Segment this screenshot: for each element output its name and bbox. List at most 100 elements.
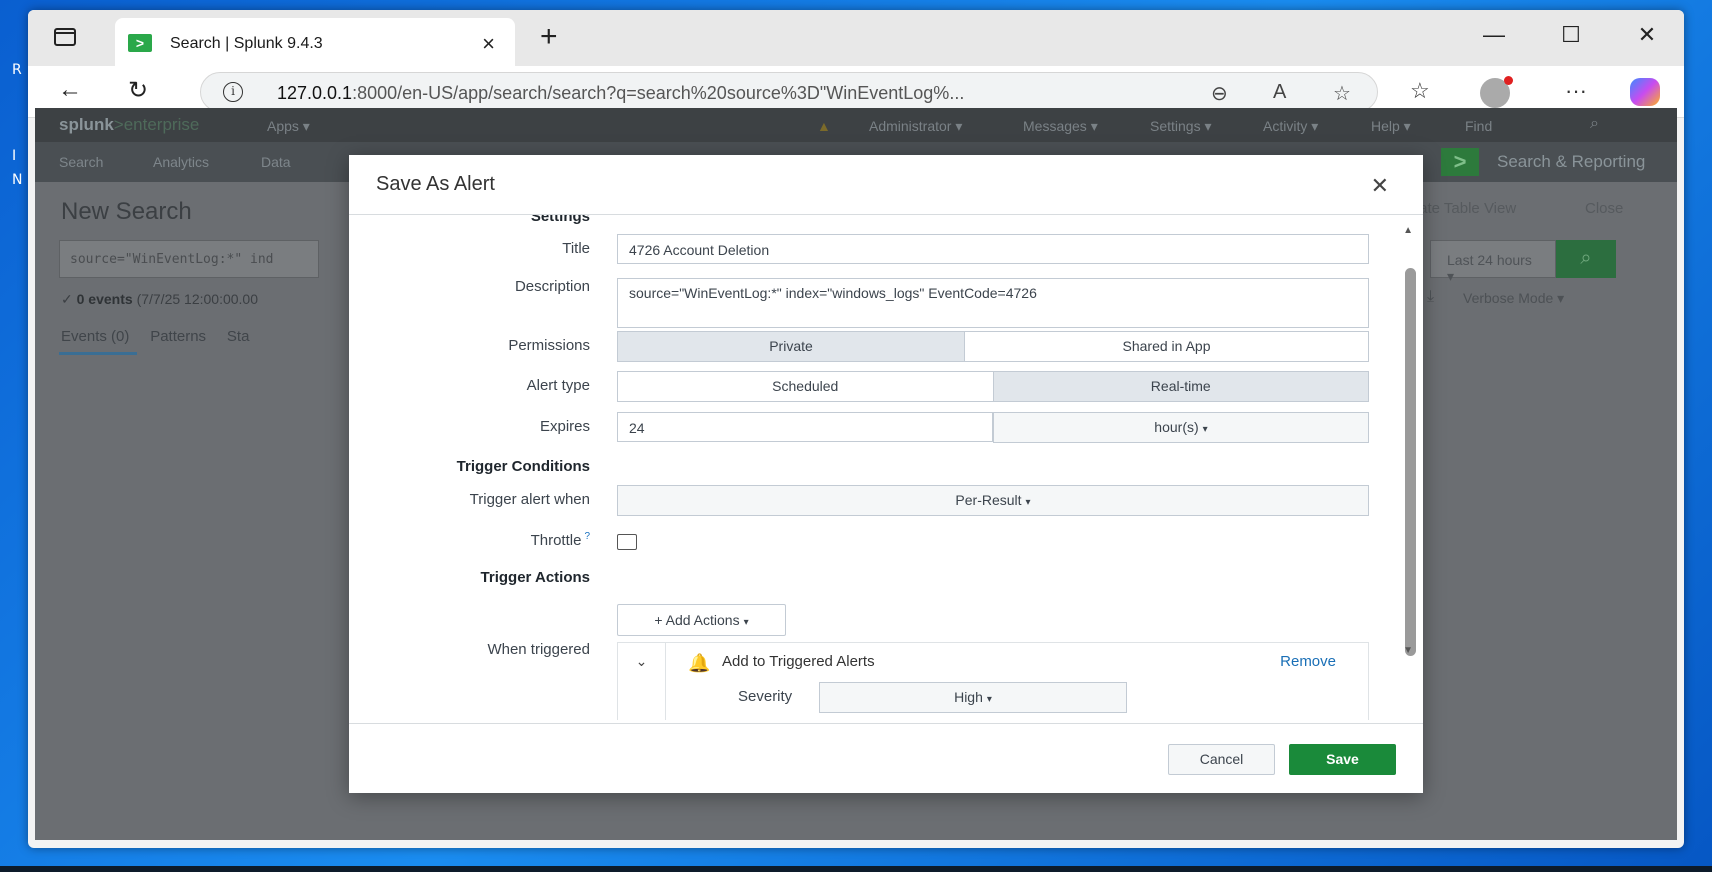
notification-dot <box>1504 76 1513 85</box>
messages-menu[interactable]: Messages ▾ <box>1023 118 1098 135</box>
browser-window: > Search | Splunk 9.4.3 × + — ☐ ✕ ← ↻ i … <box>28 10 1684 848</box>
permission-private-button[interactable]: Private <box>618 332 964 361</box>
help-menu[interactable]: Help ▾ <box>1371 118 1411 135</box>
taskbar <box>0 866 1712 872</box>
nav-search[interactable]: Search <box>59 154 103 170</box>
url-field[interactable]: i 127.0.0.1:8000/en-US/app/search/search… <box>200 72 1378 112</box>
close-window-icon[interactable]: ✕ <box>1632 22 1662 48</box>
chevron-down-icon: ▾ <box>743 617 749 628</box>
find-input[interactable]: Find <box>1465 118 1492 134</box>
read-aloud-icon[interactable]: A <box>1273 81 1286 104</box>
find-search-icon[interactable]: ⌕ <box>1590 115 1599 133</box>
throttle-label-text: Throttle <box>530 532 582 549</box>
logo-splunk: splunk <box>59 115 114 134</box>
dialog-body[interactable]: Settings Title 4726 Account Deletion Des… <box>349 215 1423 720</box>
search-input[interactable]: source="WinEventLog:*" ind <box>59 240 319 278</box>
collapse-chevron-icon[interactable]: ⌄ <box>618 643 666 720</box>
dialog-header: Save As Alert ✕ <box>349 155 1423 215</box>
scroll-down-icon[interactable]: ▼ <box>1403 645 1413 656</box>
administrator-menu[interactable]: Administrator ▾ <box>869 118 962 135</box>
add-actions-button[interactable]: + Add Actions ▾ <box>617 604 786 636</box>
refresh-icon[interactable]: ↻ <box>128 76 148 105</box>
events-range: (7/7/25 12:00:00.00 <box>136 291 258 307</box>
back-icon[interactable]: ← <box>58 76 82 104</box>
tab-bar: > Search | Splunk 9.4.3 × + — ☐ ✕ <box>28 10 1684 66</box>
copilot-icon[interactable] <box>1630 78 1660 106</box>
page-title: New Search <box>61 198 192 225</box>
permission-shared-button[interactable]: Shared in App <box>964 332 1368 361</box>
close-link[interactable]: Close <box>1585 200 1623 217</box>
tab-actions-icon[interactable] <box>54 28 76 46</box>
minimize-icon[interactable]: — <box>1479 22 1509 48</box>
splunk-logo[interactable]: splunk>enterprise <box>59 115 199 135</box>
scroll-up-icon[interactable]: ▲ <box>1403 225 1413 236</box>
save-button[interactable]: Save <box>1289 744 1396 775</box>
app-name[interactable]: Search & Reporting <box>1497 152 1645 172</box>
desktop-fragment: N <box>12 172 23 188</box>
triggered-action-panel: ⌄ 🔔 Add to Triggered Alerts Remove Sever… <box>617 642 1369 720</box>
site-info-icon[interactable]: i <box>223 82 243 102</box>
expires-unit-dropdown[interactable]: hour(s) ▾ <box>993 412 1369 443</box>
logo-enterprise: >enterprise <box>113 115 200 134</box>
nav-analytics[interactable]: Analytics <box>153 154 209 170</box>
new-tab-icon[interactable]: + <box>540 22 558 52</box>
time-range-picker[interactable]: Last 24 hours ▾ <box>1430 240 1556 284</box>
alert-type-scheduled-button[interactable]: Scheduled <box>618 372 993 401</box>
section-settings: Settings <box>530 215 590 225</box>
severity-label: Severity <box>738 688 793 705</box>
expires-input[interactable]: 24 <box>617 412 993 442</box>
close-icon[interactable]: ✕ <box>1371 173 1389 199</box>
download-icon[interactable]: ⤓ <box>1427 288 1434 306</box>
splunk-favicon-icon: > <box>128 34 152 52</box>
permissions-label: Permissions <box>508 337 590 354</box>
events-count: 0 events <box>76 291 133 307</box>
section-trigger-actions: Trigger Actions <box>480 569 590 586</box>
settings-menu[interactable]: Settings ▾ <box>1150 118 1212 135</box>
favorites-icon[interactable]: ☆ <box>1410 78 1430 104</box>
warning-icon[interactable]: ▲ <box>817 118 831 134</box>
add-actions-label: + Add Actions <box>654 612 740 628</box>
description-textarea[interactable]: source="WinEventLog:*" index="windows_lo… <box>617 278 1369 328</box>
events-summary: ✓ 0 events (7/7/25 12:00:00.00 <box>61 291 258 307</box>
scrollbar-thumb[interactable] <box>1405 268 1416 656</box>
chevron-down-icon: ▾ <box>1202 424 1208 435</box>
apps-menu[interactable]: Apps ▾ <box>267 118 310 135</box>
url-host: 127.0.0.1 <box>277 83 353 103</box>
alert-type-label: Alert type <box>526 377 590 394</box>
tab-title: Search | Splunk 9.4.3 <box>170 35 323 52</box>
help-icon[interactable]: ? <box>584 531 590 542</box>
severity-value: High <box>954 689 983 705</box>
result-tabs[interactable]: Events (0) Patterns Sta <box>61 328 249 345</box>
severity-dropdown[interactable]: High ▾ <box>819 682 1127 713</box>
alert-type-realtime-button[interactable]: Real-time <box>992 372 1368 401</box>
more-menu-icon[interactable]: ··· <box>1565 78 1587 104</box>
when-triggered-label: When triggered <box>487 641 590 658</box>
tab-close-icon[interactable]: × <box>482 31 495 57</box>
search-button[interactable]: ⌕ <box>1556 240 1616 278</box>
splunk-top-bar: splunk>enterprise Apps ▾ ▲ Administrator… <box>35 108 1677 142</box>
throttle-label: Throttle? <box>531 531 590 549</box>
chevron-down-icon: ▾ <box>1025 497 1031 508</box>
expires-label: Expires <box>539 418 590 435</box>
remove-action-link[interactable]: Remove <box>1280 653 1336 670</box>
chevron-down-icon: ▾ <box>986 694 992 705</box>
dialog-title: Save As Alert <box>376 173 495 195</box>
title-input[interactable]: 4726 Account Deletion <box>617 234 1369 264</box>
zoom-icon[interactable]: ⊖ <box>1211 81 1228 106</box>
trigger-when-dropdown[interactable]: Per-Result ▾ <box>617 485 1369 516</box>
browser-tab[interactable]: > Search | Splunk 9.4.3 × <box>115 18 515 66</box>
favorite-star-icon[interactable]: ☆ <box>1333 81 1351 106</box>
dialog-footer: Cancel Save <box>349 723 1423 793</box>
throttle-checkbox[interactable] <box>617 534 637 550</box>
trigger-when-value: Per-Result <box>955 492 1022 508</box>
verbose-mode-dropdown[interactable]: Verbose Mode ▾ <box>1463 290 1564 307</box>
expires-unit-value: hour(s) <box>1154 419 1199 435</box>
activity-menu[interactable]: Activity ▾ <box>1263 118 1318 135</box>
cancel-button[interactable]: Cancel <box>1168 744 1275 775</box>
maximize-icon[interactable]: ☐ <box>1556 22 1586 48</box>
url-text: 127.0.0.1:8000/en-US/app/search/search?q… <box>277 83 964 104</box>
save-as-alert-dialog: Save As Alert ✕ Settings Title 4726 Acco… <box>349 155 1423 793</box>
bell-icon: 🔔 <box>688 653 711 673</box>
description-label: Description <box>514 278 590 295</box>
nav-datasets[interactable]: Data <box>261 154 291 170</box>
